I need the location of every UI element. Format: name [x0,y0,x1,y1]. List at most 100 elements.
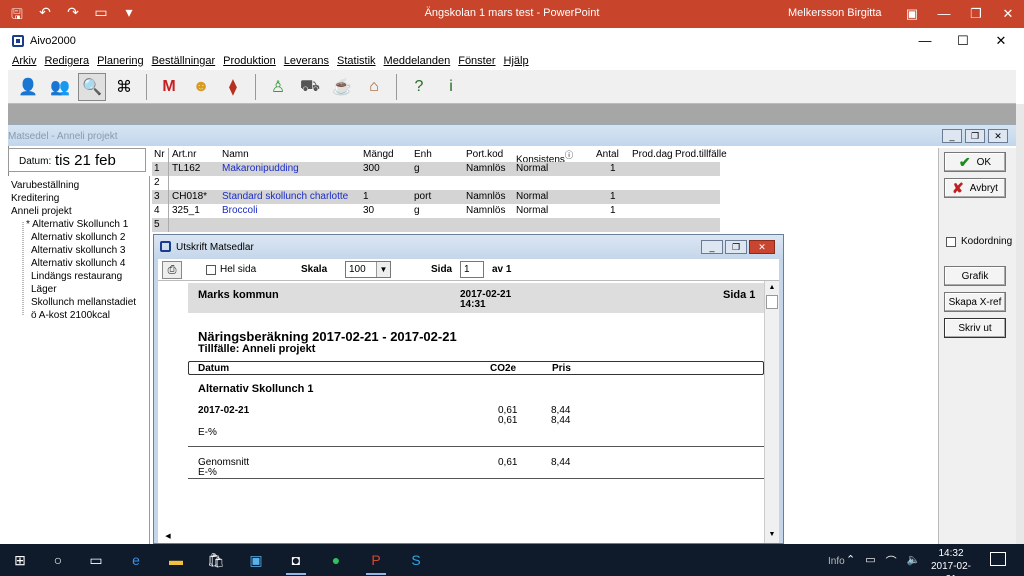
notifications-icon[interactable] [990,552,1006,566]
binoculars-icon[interactable]: ⌘ [110,73,138,101]
menu-fonster[interactable]: Fönster [454,53,499,70]
network-icon[interactable]: ⌒ [886,553,897,569]
info-icon[interactable]: i [437,73,465,101]
file-explorer-icon[interactable]: ▬ [164,550,188,570]
table-row[interactable]: 2 [152,176,720,190]
restore-icon[interactable]: ❐ [960,0,992,28]
ok-button[interactable]: ✔ OK [944,152,1006,172]
skala-select[interactable]: 100 ▼ [345,261,391,278]
table-row[interactable]: 4 325_1 Broccoli 30 g Namnlös Normal 1 [152,204,720,218]
scroll-up-icon[interactable]: ▲ [766,282,778,294]
menu-planering[interactable]: Planering [93,53,147,70]
skapa-xref-button[interactable]: Skapa X-ref [944,292,1006,312]
photos-icon[interactable]: ▣ [244,550,268,570]
search-icon[interactable]: ○ [46,550,70,570]
tree-item[interactable]: Lindängs restaurang [31,271,122,282]
hel-sida-checkbox[interactable] [206,265,216,275]
col-prodtillfalle[interactable]: Prod.tillfälle [675,149,727,160]
volume-icon[interactable]: 🔈 [907,553,921,569]
cell-namn[interactable]: Broccoli [222,205,258,216]
preview-vertical-scrollbar[interactable]: ▲ ▼ [764,281,779,543]
basket-icon[interactable]: ⧫ [219,73,247,101]
tree-item[interactable]: Kreditering [11,193,59,204]
grafik-button[interactable]: Grafik [944,266,1006,286]
scroll-thumb[interactable] [766,295,778,309]
sida-input[interactable]: 1 [460,261,484,278]
checkbox-box[interactable] [946,236,956,247]
menu-m-icon[interactable]: M [155,73,183,101]
cancel-button[interactable]: ✘ Avbryt [944,178,1006,198]
tree-item[interactable]: Anneli projekt [11,206,72,217]
cell-namn[interactable]: Makaronipudding [222,163,299,174]
scroll-left-icon[interactable]: ◀ [158,531,178,543]
restore-icon[interactable]: ❐ [965,129,985,143]
minimize-icon[interactable]: _ [701,240,723,254]
date-field[interactable]: Datum: tis 21 feb [8,148,146,172]
printer-icon[interactable]: ⎙ [162,261,182,279]
close-icon[interactable]: ✕ [988,129,1008,143]
chevron-up-icon[interactable]: ⌃ [846,553,855,569]
tree-item[interactable]: Varubeställning [11,180,79,191]
skype-icon[interactable]: S [404,550,428,570]
table-row[interactable]: 3 CH018* Standard skollunch charlotte 1 … [152,190,720,204]
menu-meddelanden[interactable]: Meddelanden [380,53,455,70]
table-row[interactable]: 5 [152,218,720,232]
kodordning-checkbox[interactable]: Kodordning [946,236,1012,247]
col-antal[interactable]: Antal [596,149,619,160]
tree-item[interactable]: Skollunch mellanstadiet [31,297,136,308]
menu-hjalp[interactable]: Hjälp [500,53,533,70]
windows-start-icon[interactable]: ⊞ [8,550,32,570]
person-green-icon[interactable]: ♙ [264,73,292,101]
minimize-icon[interactable]: _ [942,129,962,143]
help-icon[interactable]: ? [405,73,433,101]
tree-item[interactable]: Läger [31,284,57,295]
edge-icon[interactable]: e [124,550,148,570]
table-row[interactable]: 1 TL162 Makaronipudding 300 g Namnlös No… [152,162,720,176]
signed-in-user[interactable]: Melkersson Birgitta [788,7,882,19]
menu-bestallningar[interactable]: Beställningar [148,53,220,70]
taskbar-clock[interactable]: 14:32 2017-02-21 [926,547,976,576]
cups-icon[interactable]: ☕ [328,73,356,101]
close-icon[interactable]: ✕ [992,0,1024,28]
tree-item[interactable]: Alternativ skollunch 3 [31,245,126,256]
task-view-icon[interactable]: ▭ [84,550,108,570]
col-enh[interactable]: Enh [414,149,432,160]
minimize-icon[interactable]: — [928,0,960,28]
maximize-icon[interactable]: ☐ [944,30,982,52]
col-artnr[interactable]: Art.nr [172,149,196,160]
tree-item[interactable]: Alternativ skollunch 2 [31,232,126,243]
store-icon[interactable]: 🛍 [204,550,228,570]
col-nr[interactable]: Nr [154,149,165,160]
col-namn[interactable]: Namn [222,149,249,160]
tree-item[interactable]: Alternativ skollunch 4 [31,258,126,269]
house-icon[interactable]: ⌂ [360,73,388,101]
close-icon[interactable]: ✕ [982,30,1020,52]
group-gray-icon[interactable]: 👥 [46,73,74,101]
restore-icon[interactable]: ❐ [725,240,747,254]
powerpoint-icon[interactable]: P [364,550,388,575]
aivo-taskbar-icon[interactable]: ◘ [284,550,308,575]
menu-statistik[interactable]: Statistik [333,53,380,70]
menu-leverans[interactable]: Leverans [280,53,333,70]
menu-produktion[interactable]: Produktion [219,53,280,70]
print-button[interactable]: Skriv ut [944,318,1006,338]
workspace-scrollbar[interactable] [1016,104,1024,544]
tree-item[interactable]: ö A-kost 2100kcal [31,310,110,321]
person-gray-icon[interactable]: 👤 [14,73,42,101]
menu-arkiv[interactable]: Arkiv [8,53,40,70]
col-portkod[interactable]: Port.kod [466,149,503,160]
ribbon-options-icon[interactable]: ▣ [896,0,928,28]
col-proddag[interactable]: Prod.dag [632,149,673,160]
magnifier-icon[interactable]: 🔍 [78,72,106,101]
close-icon[interactable]: ✕ [749,240,775,254]
chevron-down-icon[interactable]: ▼ [376,262,390,277]
cell-namn[interactable]: Standard skollunch charlotte [222,191,348,202]
battery-icon[interactable]: ▭ [865,553,875,569]
tree-item-selected[interactable]: * Alternativ Skollunch 1 [26,219,128,230]
people-icon[interactable]: ☻ [187,73,215,101]
minimize-icon[interactable]: — [906,30,944,52]
spotify-icon[interactable]: ● [324,550,348,570]
scroll-down-icon[interactable]: ▼ [766,529,778,541]
col-mangd[interactable]: Mängd [363,149,394,160]
menu-redigera[interactable]: Redigera [40,53,93,70]
